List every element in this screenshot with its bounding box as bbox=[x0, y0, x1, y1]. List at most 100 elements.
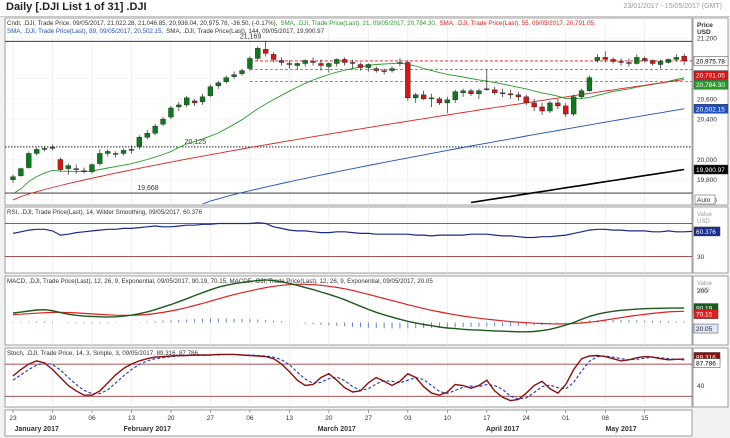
macd-last-label: 20.05 bbox=[696, 326, 713, 333]
stoch-y-tick: 40 bbox=[697, 383, 705, 390]
candle-body bbox=[278, 60, 285, 63]
candle-body bbox=[89, 164, 95, 172]
candle-body bbox=[555, 102, 561, 107]
trading-chart-window: Daily [.DJI List 1 of 31] .DJI 23/01/201… bbox=[0, 0, 730, 438]
candle-body bbox=[302, 60, 308, 64]
candle-body bbox=[26, 153, 32, 168]
macd-last-label: 70.15 bbox=[696, 312, 713, 319]
macd-axis-label: Value bbox=[697, 281, 713, 287]
candle-body bbox=[539, 106, 545, 112]
candle-body bbox=[586, 77, 593, 91]
candle-body bbox=[270, 54, 277, 60]
price-y-tick: 19,800 bbox=[697, 177, 717, 184]
candle-body bbox=[318, 63, 324, 66]
x-month-label: May 2017 bbox=[605, 426, 636, 433]
candle-body bbox=[10, 176, 16, 180]
macd-legend: MACD, .DJI, Trade Price(Last), 12, 26, 9… bbox=[7, 278, 433, 285]
candle-body bbox=[105, 151, 111, 154]
panel-macd bbox=[4, 275, 693, 346]
last-value-label: 20,784.30 bbox=[696, 82, 725, 89]
price-legend-entry: SMA, .DJI, Trade Price(Last), 21, 09/05/… bbox=[280, 20, 436, 27]
candle-body bbox=[231, 74, 237, 77]
candle-body bbox=[41, 148, 48, 150]
candle-body bbox=[634, 57, 640, 64]
price-legend-entry: SMA, .DJI, Trade Price(Last), 55, 09/05/… bbox=[440, 20, 596, 27]
candle-body bbox=[649, 60, 656, 64]
rsi-legend: RSI, .DJI, Trade Price(Last), 14, Wilder… bbox=[7, 209, 203, 216]
candle-body bbox=[547, 102, 553, 112]
candle-body bbox=[113, 153, 119, 155]
candle-body bbox=[642, 58, 648, 61]
candle-body bbox=[65, 165, 71, 169]
rsi-axis-unit: USD bbox=[697, 219, 710, 225]
level-label: 21,169 bbox=[240, 33, 262, 40]
candle-body bbox=[515, 94, 522, 98]
price-y-tick: 20,400 bbox=[697, 117, 717, 124]
candle-body bbox=[263, 49, 269, 54]
candle-body bbox=[215, 82, 221, 86]
candle-body bbox=[468, 90, 474, 95]
candle-body bbox=[57, 159, 64, 170]
x-tick-label: 06 bbox=[88, 415, 96, 422]
candle-body bbox=[563, 105, 569, 115]
candle-body bbox=[223, 77, 229, 82]
candle-body bbox=[436, 98, 443, 104]
candle-body bbox=[152, 125, 158, 134]
candle-body bbox=[247, 58, 253, 69]
x-tick-label: 17 bbox=[483, 415, 491, 422]
x-month-label: January 2017 bbox=[15, 426, 59, 433]
x-tick-label: 27 bbox=[207, 415, 215, 422]
candle-body bbox=[191, 100, 198, 104]
candle-body bbox=[428, 97, 435, 100]
x-month-label: April 2017 bbox=[486, 426, 520, 433]
candle-body bbox=[342, 59, 348, 63]
candle-body bbox=[531, 102, 537, 108]
x-tick-label: 06 bbox=[246, 415, 254, 422]
candle-body bbox=[405, 62, 411, 99]
candle-body bbox=[207, 86, 214, 97]
candle-body bbox=[294, 63, 300, 66]
x-tick-label: 23 bbox=[9, 415, 17, 422]
candle-body bbox=[523, 96, 529, 104]
price-y-tick: 20,000 bbox=[697, 157, 717, 164]
candle-body bbox=[128, 149, 135, 151]
candle-body bbox=[81, 170, 87, 172]
candle-body bbox=[18, 168, 24, 176]
candle-body bbox=[34, 149, 40, 154]
x-tick-label: 10 bbox=[444, 415, 452, 422]
candle-body bbox=[120, 150, 127, 154]
candle-body bbox=[73, 168, 79, 170]
rsi-last-label: 60.376 bbox=[696, 229, 716, 236]
last-value-label: 19,900.97 bbox=[696, 167, 725, 174]
candle-body bbox=[176, 104, 182, 108]
level-label: 20,125 bbox=[185, 139, 207, 146]
candle-body bbox=[673, 57, 679, 60]
price-axis-label: Price bbox=[697, 22, 713, 29]
candle-body bbox=[657, 61, 664, 65]
candle-body bbox=[681, 55, 687, 62]
candle-body bbox=[326, 63, 332, 67]
candle-body bbox=[239, 70, 245, 74]
x-month-label: March 2017 bbox=[318, 426, 356, 433]
candle-body bbox=[420, 94, 427, 100]
x-tick-label: 13 bbox=[128, 415, 136, 422]
price-y-tick: 20,600 bbox=[697, 96, 717, 103]
candle-body bbox=[381, 70, 387, 72]
rsi-y-tick: 30 bbox=[697, 254, 705, 261]
price-legend-entry: Cndl, .DJI, Trade Price, 09/05/2017, 21,… bbox=[7, 20, 278, 27]
last-value-label: 20,791.05 bbox=[696, 73, 725, 80]
price-legend-entry: SMA, .DJI, Trade Price(Last), 89, 09/05/… bbox=[7, 28, 163, 35]
candle-body bbox=[476, 90, 482, 95]
candle-body bbox=[444, 99, 450, 104]
candle-body bbox=[618, 61, 624, 63]
chart-canvas[interactable]: Cndl, .DJI, Trade Price, 09/05/2017, 21,… bbox=[0, 0, 730, 438]
candle-body bbox=[413, 94, 419, 99]
candle-body bbox=[452, 91, 458, 101]
candle-body bbox=[594, 57, 600, 61]
candle-body bbox=[136, 137, 142, 147]
candle-body bbox=[397, 62, 403, 64]
candle-body bbox=[460, 90, 466, 94]
candle-body bbox=[49, 147, 56, 149]
candle-body bbox=[144, 133, 150, 138]
candle-body bbox=[578, 90, 585, 98]
